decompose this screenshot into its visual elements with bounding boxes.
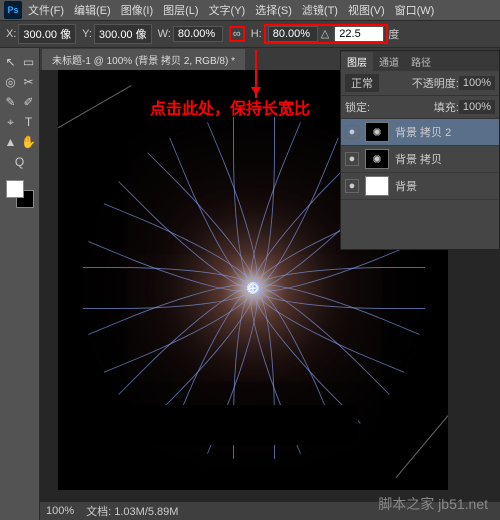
- menu-window[interactable]: 窗口(W): [395, 2, 435, 18]
- tab-paths[interactable]: 路径: [405, 52, 437, 71]
- layer-name[interactable]: 背景: [395, 178, 417, 194]
- menu-filter[interactable]: 滤镜(T): [302, 2, 338, 18]
- link-wh-button[interactable]: ∞: [229, 26, 245, 42]
- menu-select[interactable]: 选择(S): [255, 2, 292, 18]
- blend-mode-select[interactable]: 正常: [345, 74, 379, 92]
- h-label: H:: [251, 28, 262, 40]
- layer-name[interactable]: 背景 拷贝 2: [395, 124, 451, 140]
- lock-label: 锁定:: [345, 99, 370, 115]
- fill-label: 填充:: [434, 99, 459, 115]
- menu-image[interactable]: 图像(I): [121, 2, 153, 18]
- menu-text[interactable]: 文字(Y): [209, 2, 246, 18]
- guide-line: [395, 401, 448, 478]
- layer-row[interactable]: ● ✺ 背景 拷贝 2: [341, 119, 499, 146]
- menu-layer[interactable]: 图层(L): [163, 2, 198, 18]
- opacity-label: 不透明度:: [412, 75, 459, 91]
- layer-row[interactable]: ● ✺ 背景 拷贝: [341, 146, 499, 173]
- type-tool[interactable]: T: [21, 114, 37, 130]
- marquee-tool[interactable]: ▭: [21, 54, 37, 70]
- foreground-color[interactable]: [6, 180, 24, 198]
- lasso-tool[interactable]: ◎: [3, 74, 19, 90]
- pen-tool[interactable]: ▲: [3, 134, 19, 150]
- pencil-tool[interactable]: ✐: [21, 94, 37, 110]
- fill-field[interactable]: 100%: [459, 100, 495, 114]
- visibility-icon[interactable]: ●: [345, 152, 359, 166]
- artwork-bar: [98, 405, 358, 445]
- move-tool[interactable]: ↖: [3, 54, 19, 70]
- menu-view[interactable]: 视图(V): [348, 2, 385, 18]
- annotation-text: 点击此处，保持长宽比: [150, 95, 310, 119]
- y-label: Y:: [82, 28, 92, 40]
- doc-size: 文档: 1.03M/5.89M: [86, 503, 178, 519]
- eyedropper-tool[interactable]: ⌖: [3, 114, 19, 130]
- angle-unit: 度: [388, 26, 399, 42]
- hand-tool[interactable]: ✋: [21, 134, 37, 150]
- w-field[interactable]: 80.00%: [173, 26, 223, 42]
- annotation-arrow: [255, 50, 257, 98]
- brush-tool[interactable]: ✎: [3, 94, 19, 110]
- crop-tool[interactable]: ✂: [21, 74, 37, 90]
- options-bar: X: 300.00 像 Y: 300.00 像 W: 80.00% ∞ H: 8…: [0, 20, 500, 48]
- guide-line: [58, 85, 132, 136]
- watermark: 脚本之家 jb51.net: [378, 494, 488, 514]
- tools-panel: ↖▭ ◎✂ ✎✐ ⌖T ▲✋ Q: [0, 48, 40, 520]
- menu-edit[interactable]: 编辑(E): [74, 2, 111, 18]
- opacity-field[interactable]: 100%: [459, 76, 495, 90]
- color-swatches[interactable]: [6, 180, 34, 208]
- x-label: X:: [6, 28, 16, 40]
- transform-anchor-icon[interactable]: ⊕: [247, 280, 259, 297]
- visibility-icon[interactable]: ●: [345, 179, 359, 193]
- w-label: W:: [158, 28, 171, 40]
- angle-field[interactable]: 22.5: [334, 26, 384, 42]
- x-field[interactable]: 300.00 像: [18, 24, 76, 44]
- layers-panel: 图层 通道 路径 正常 不透明度: 100% 锁定: 填充: 100% ● ✺ …: [340, 50, 500, 250]
- menu-bar: Ps 文件(F) 编辑(E) 图像(I) 图层(L) 文字(Y) 选择(S) 滤…: [0, 0, 500, 20]
- zoom-level[interactable]: 100%: [46, 505, 74, 517]
- visibility-icon[interactable]: ●: [345, 125, 359, 139]
- quickmask-tool[interactable]: Q: [12, 154, 28, 170]
- y-field[interactable]: 300.00 像: [94, 24, 152, 44]
- angle-icon: △: [321, 28, 329, 40]
- layer-thumbnail[interactable]: [365, 176, 389, 196]
- layer-thumbnail[interactable]: ✺: [365, 122, 389, 142]
- tab-layers[interactable]: 图层: [341, 52, 373, 71]
- h-field[interactable]: 80.00%: [268, 26, 318, 42]
- layer-name[interactable]: 背景 拷贝: [395, 151, 442, 167]
- tab-channels[interactable]: 通道: [373, 52, 405, 71]
- document-tab[interactable]: 未标题-1 @ 100% (背景 拷贝 2, RGB/8) *: [42, 49, 245, 70]
- menu-file[interactable]: 文件(F): [28, 2, 64, 18]
- app-logo: Ps: [4, 1, 22, 19]
- layer-row[interactable]: ● 背景: [341, 173, 499, 200]
- layer-thumbnail[interactable]: ✺: [365, 149, 389, 169]
